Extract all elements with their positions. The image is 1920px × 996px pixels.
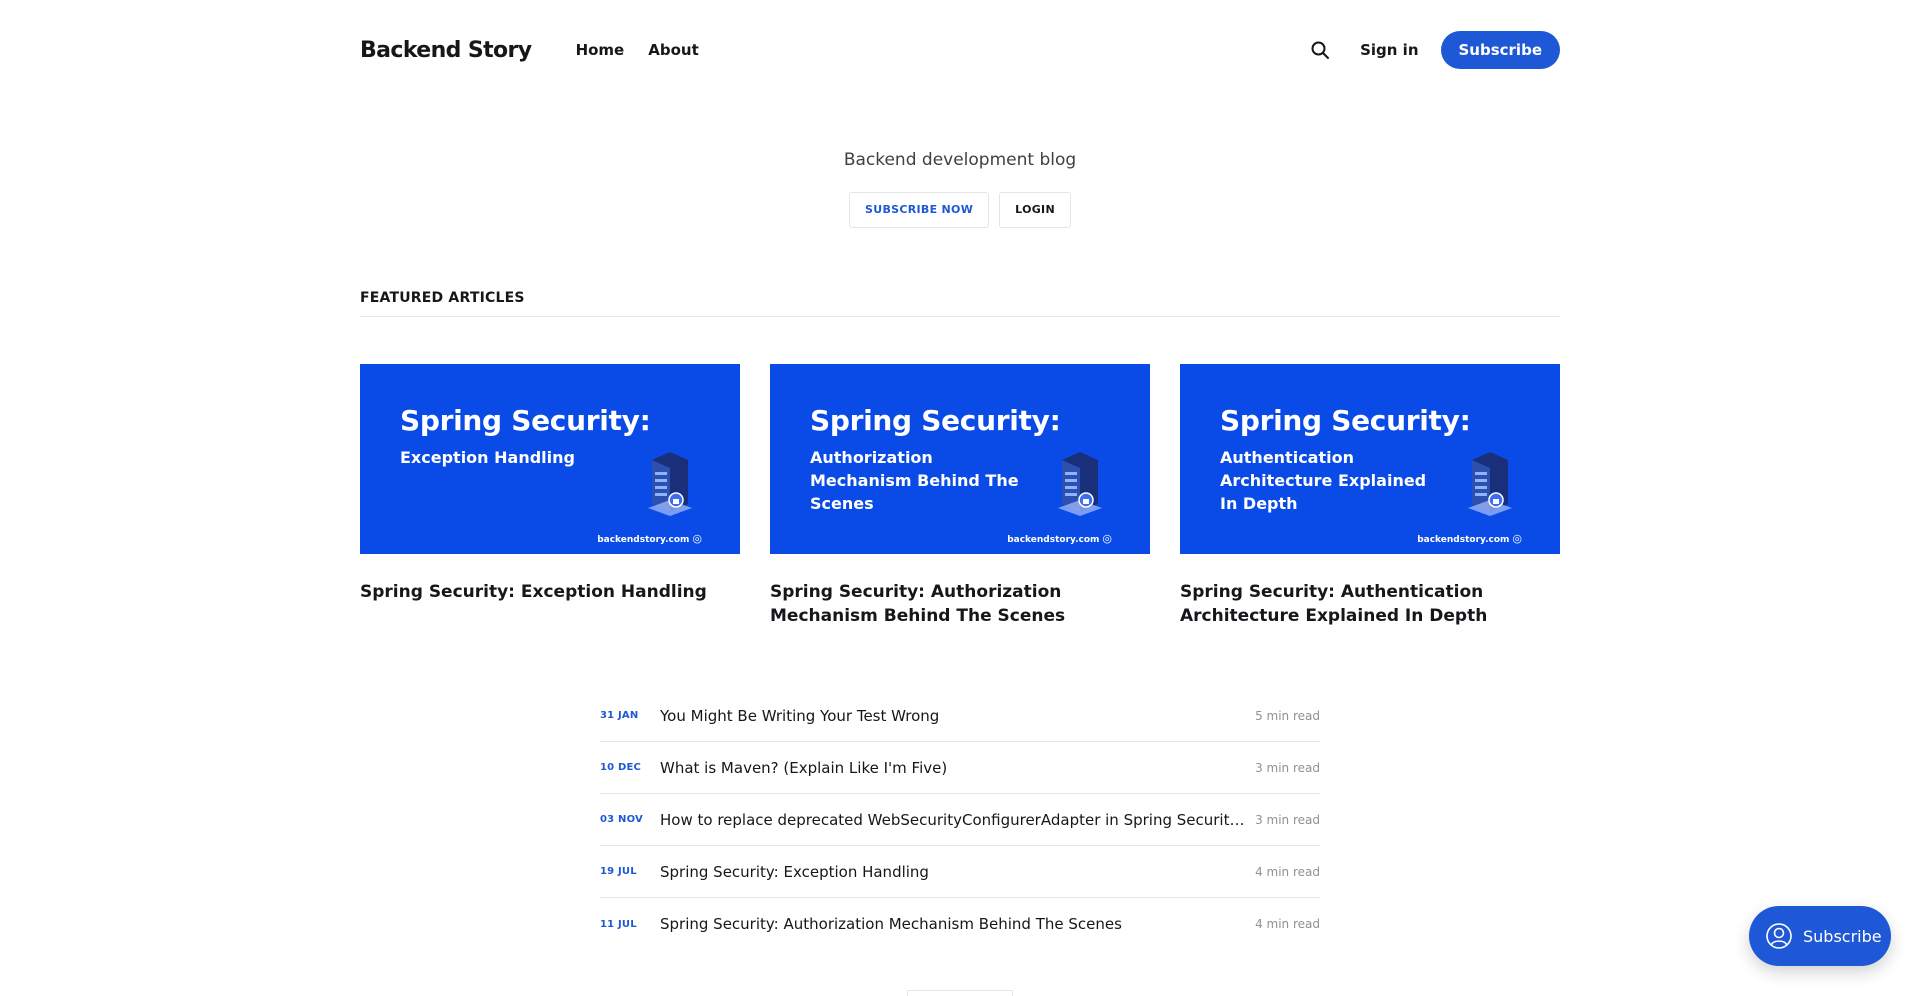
- post-list: 31 JAN You Might Be Writing Your Test Wr…: [600, 690, 1320, 950]
- post-title[interactable]: What is Maven? (Explain Like I'm Five): [660, 759, 1255, 777]
- load-more-button[interactable]: [907, 990, 1013, 996]
- post-title[interactable]: Spring Security: Exception Handling: [660, 863, 1255, 881]
- site-header: Backend Story Home About Sign in Subscri…: [360, 24, 1560, 76]
- card-title[interactable]: Spring Security: Authorization Mechanism…: [770, 580, 1150, 628]
- login-button[interactable]: LOGIN: [999, 192, 1071, 228]
- globe-icon: ◎: [1102, 532, 1112, 545]
- subscribe-now-button[interactable]: SUBSCRIBE NOW: [849, 192, 990, 228]
- main-nav: Home About: [576, 41, 723, 59]
- post-read-time: 4 min read: [1255, 864, 1320, 879]
- nav-home[interactable]: Home: [576, 41, 625, 59]
- user-icon: [1766, 923, 1792, 949]
- globe-icon: ◎: [692, 532, 702, 545]
- card-image[interactable]: Spring Security: Authorization Mechanism…: [770, 364, 1150, 554]
- signin-link[interactable]: Sign in: [1360, 41, 1418, 59]
- card-image-site: backendstory.com ◎: [1417, 532, 1522, 545]
- featured-heading: FEATURED ARTICLES: [360, 290, 1560, 317]
- post-read-time: 3 min read: [1255, 812, 1320, 827]
- card-image-subtitle: Authentication Architecture Explained In…: [1220, 448, 1427, 513]
- subscribe-button[interactable]: Subscribe: [1440, 31, 1560, 69]
- site-logo[interactable]: Backend Story: [360, 38, 532, 63]
- featured-card[interactable]: Spring Security: Authentication Architec…: [1180, 364, 1560, 628]
- card-image-title: Spring Security:: [400, 404, 651, 437]
- post-date: 03 NOV: [600, 814, 643, 825]
- card-image-site: backendstory.com ◎: [1007, 532, 1112, 545]
- card-image-site: backendstory.com ◎: [597, 532, 702, 545]
- post-title[interactable]: How to replace deprecated WebSecurityCon…: [660, 811, 1255, 829]
- card-image-subtitle: Authorization Mechanism Behind The Scene…: [810, 448, 1019, 513]
- featured-card[interactable]: Spring Security: Authorization Mechanism…: [770, 364, 1150, 628]
- header-actions: Sign in Subscribe: [1308, 31, 1560, 69]
- search-button[interactable]: [1308, 38, 1332, 62]
- featured-card[interactable]: Spring Security: Exception Handling back…: [360, 364, 740, 628]
- post-row[interactable]: 31 JAN You Might Be Writing Your Test Wr…: [600, 690, 1320, 742]
- featured-section-header: FEATURED ARTICLES: [360, 290, 1560, 317]
- post-date: 31 JAN: [600, 710, 639, 721]
- server-icon: [1468, 452, 1512, 516]
- post-row[interactable]: 19 JUL Spring Security: Exception Handli…: [600, 846, 1320, 898]
- server-icon: [648, 452, 692, 516]
- post-row[interactable]: 10 DEC What is Maven? (Explain Like I'm …: [600, 742, 1320, 794]
- hero-section: Backend development blog SUBSCRIBE NOW L…: [360, 150, 1560, 228]
- post-title[interactable]: Spring Security: Authorization Mechanism…: [660, 915, 1255, 933]
- portal-subscribe-button[interactable]: Subscribe: [1749, 906, 1891, 966]
- card-image[interactable]: Spring Security: Authentication Architec…: [1180, 364, 1560, 554]
- globe-icon: ◎: [1512, 532, 1522, 545]
- post-date: 10 DEC: [600, 762, 642, 773]
- post-title[interactable]: You Might Be Writing Your Test Wrong: [660, 707, 1255, 725]
- portal-subscribe-label: Subscribe: [1803, 926, 1882, 946]
- card-image[interactable]: Spring Security: Exception Handling back…: [360, 364, 740, 554]
- post-read-time: 3 min read: [1255, 760, 1320, 775]
- post-date: 11 JUL: [600, 918, 637, 930]
- post-read-time: 4 min read: [1255, 917, 1320, 931]
- post-row[interactable]: 03 NOV How to replace deprecated WebSecu…: [600, 794, 1320, 846]
- nav-about[interactable]: About: [648, 41, 699, 59]
- featured-cards: Spring Security: Exception Handling back…: [360, 364, 1560, 628]
- card-image-title: Spring Security:: [810, 404, 1061, 437]
- post-row[interactable]: 11 JUL Spring Security: Authorization Me…: [600, 898, 1320, 950]
- hero-buttons: SUBSCRIBE NOW LOGIN: [360, 192, 1560, 228]
- search-icon: [1311, 41, 1330, 59]
- post-read-time: 5 min read: [1255, 708, 1320, 723]
- server-icon: [1058, 452, 1102, 516]
- card-image-subtitle: Exception Handling: [400, 448, 575, 467]
- site-description: Backend development blog: [843, 150, 1077, 170]
- card-title[interactable]: Spring Security: Authentication Architec…: [1180, 580, 1560, 628]
- card-image-title: Spring Security:: [1220, 404, 1471, 437]
- post-date: 19 JUL: [600, 866, 637, 877]
- card-title[interactable]: Spring Security: Exception Handling: [360, 580, 740, 604]
